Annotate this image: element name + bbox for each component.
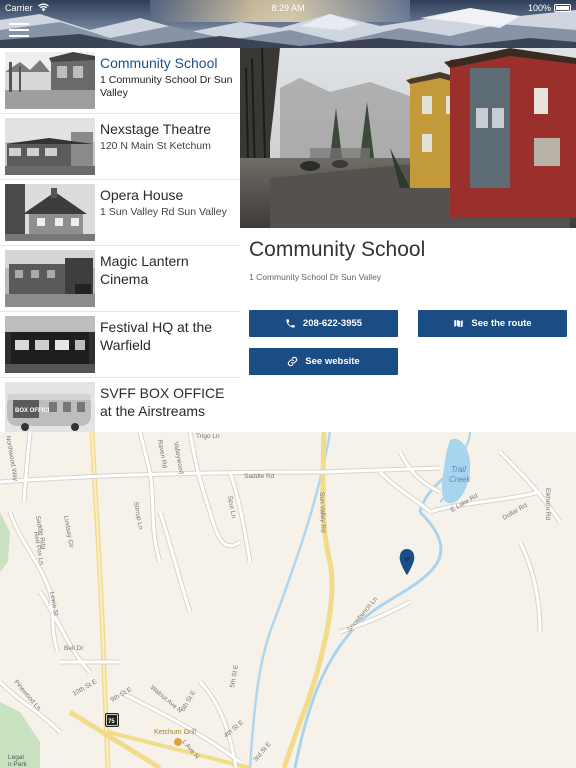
airstream-sign-text: BOX OFFICE xyxy=(15,408,52,414)
venue-name: Opera House xyxy=(100,187,184,203)
venue-list: Community School 1 Community School Dr S… xyxy=(0,48,240,432)
see-route-button[interactable]: See the route xyxy=(418,310,567,337)
venue-hero-photo xyxy=(240,48,576,228)
venue-detail-address: 1 Community School Dr Sun Valley xyxy=(249,272,382,282)
street-label: Elkhorn Rd xyxy=(544,488,551,521)
battery-icon xyxy=(554,4,571,12)
venue-name: SVFF BOX OFFICE at the Airstreams xyxy=(100,385,225,419)
map-icon xyxy=(453,318,464,329)
park-label: Legal xyxy=(8,754,24,761)
see-website-button[interactable]: See website xyxy=(249,348,398,375)
venue-thumbnail xyxy=(5,184,95,241)
phone-number-label: 208-622-3955 xyxy=(302,318,363,329)
call-phone-button[interactable]: 208-622-3955 xyxy=(249,310,398,337)
route-label: See the route xyxy=(471,318,532,329)
venue-thumbnail: BOX OFFICE xyxy=(5,382,95,432)
venue-name: Magic Lantern Cinema xyxy=(100,253,189,287)
lake-label: Trail xyxy=(451,465,466,474)
street-label: Saddle Rd xyxy=(244,473,275,480)
venue-name: Festival HQ at the Warfield xyxy=(100,319,213,353)
street-label: Bell Dr xyxy=(64,645,84,652)
venue-address: 1 Sun Valley Rd Sun Valley xyxy=(100,206,227,218)
venue-thumbnail xyxy=(5,316,95,373)
venue-list-item[interactable]: Nexstage Theatre 120 N Main St Ketchum xyxy=(0,114,240,180)
venue-list-item[interactable]: Opera House 1 Sun Valley Rd Sun Valley xyxy=(0,180,240,246)
venue-thumbnail xyxy=(5,250,95,307)
hamburger-menu-icon[interactable] xyxy=(9,23,29,39)
venue-detail-panel: Community School 1 Community School Dr S… xyxy=(240,48,576,432)
venue-address: 1 Community School Dr Sun Valley xyxy=(100,74,233,99)
venue-name: Community School xyxy=(100,55,218,71)
venue-thumbnail xyxy=(5,52,95,109)
venue-list-item[interactable]: Festival HQ at the Warfield xyxy=(0,312,240,378)
lake-label: Creek xyxy=(449,475,471,484)
link-icon xyxy=(287,356,298,367)
restaurant-icon[interactable] xyxy=(174,738,182,746)
poi-label: Ketchum Grill xyxy=(154,729,196,736)
battery-percent: 100% xyxy=(527,3,551,13)
venue-name: Nexstage Theatre xyxy=(100,121,212,137)
venue-address: 120 N Main St Ketchum xyxy=(100,140,211,152)
status-bar: Carrier 8:29 AM 100% xyxy=(0,0,576,16)
street-label: Trigo Ln xyxy=(196,433,220,440)
venue-list-item[interactable]: BOX OFFICE SVFF BOX OFFICE at the Airstr… xyxy=(0,378,240,432)
venue-map[interactable]: Saddle Rd Sun Valley Rd E Lake Rd Dollar… xyxy=(0,432,576,768)
phone-icon xyxy=(285,318,296,329)
park-label: n Park xyxy=(8,761,28,768)
website-label: See website xyxy=(305,356,360,367)
street-label: Sun Valley Rd xyxy=(318,492,326,533)
app-header: Carrier 8:29 AM 100% xyxy=(0,0,576,48)
venue-list-item[interactable]: Community School 1 Community School Dr S… xyxy=(0,48,240,114)
status-time: 8:29 AM xyxy=(271,3,305,13)
venue-detail-title: Community School xyxy=(249,238,426,261)
highway-shield-label: 75 xyxy=(108,719,115,725)
highway-shield-icon: 75 xyxy=(105,713,119,727)
venue-list-item[interactable]: Magic Lantern Cinema xyxy=(0,246,240,312)
venue-thumbnail xyxy=(5,118,95,175)
